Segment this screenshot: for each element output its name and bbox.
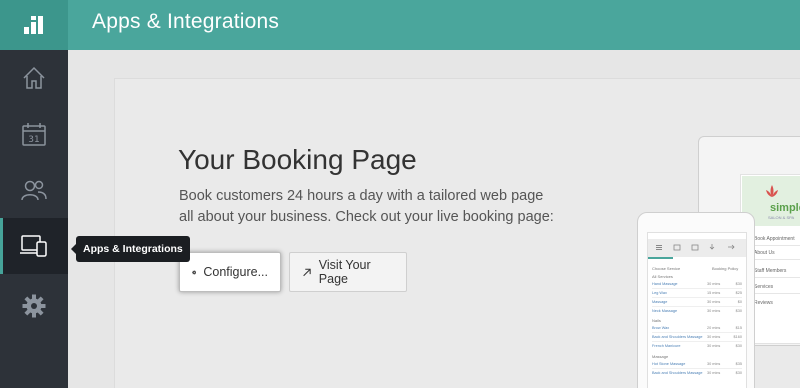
configure-button-label: Configure... <box>203 265 268 279</box>
service-name: Brow Wax <box>652 326 670 330</box>
service-price: $30 <box>735 309 742 313</box>
monitor-logo-text: simple <box>770 202 800 214</box>
tablet-service-row: Brow Wax 20 mins $15 <box>652 324 742 332</box>
configure-button[interactable]: Configure... <box>179 252 281 292</box>
monitor-link: About Us <box>754 250 775 256</box>
external-link-icon <box>303 268 311 276</box>
home-icon <box>23 66 45 89</box>
sidebar: 31 <box>0 0 68 388</box>
tablet-service-row: Leg Wax 15 mins $25 <box>652 289 742 297</box>
service-time: 30 mins <box>707 335 721 339</box>
sidebar-item-settings[interactable] <box>0 278 68 334</box>
monitor-link: Reviews <box>754 300 773 306</box>
tablet-service-row: Neck Massage 30 mins $30 <box>652 307 742 315</box>
divider <box>748 293 800 294</box>
gear-icon <box>22 294 46 318</box>
service-time: 15 mins <box>707 291 721 295</box>
page-title: Apps & Integrations <box>92 10 280 33</box>
monitor-link: Book Appointment <box>754 236 795 242</box>
calendar-icon: 31 <box>22 123 46 146</box>
sidebar-item-calendar[interactable]: 31 <box>0 106 68 162</box>
service-time: 30 mins <box>707 371 721 375</box>
service-name: Hand Massage <box>652 282 678 286</box>
tablet-group-title: Massage <box>652 354 669 359</box>
service-name: French Manicure <box>652 344 681 348</box>
service-time: 30 mins <box>707 344 721 348</box>
sidebar-item-home[interactable] <box>0 50 68 106</box>
tablet-tab-indicator <box>648 257 673 259</box>
service-time: 20 mins <box>707 326 721 330</box>
service-name: Back and Shoulders Massage <box>652 335 703 339</box>
devices-icon <box>20 235 47 257</box>
service-name: Neck Massage <box>652 309 678 313</box>
booking-page-description: Book customers 24 hours a day with a tai… <box>179 188 554 225</box>
tablet-service-row: Massage 30 mins $0 <box>652 298 742 306</box>
divider <box>748 277 800 278</box>
sidebar-item-customers[interactable] <box>0 162 68 218</box>
sidebar-item-apps-integrations[interactable] <box>0 218 68 274</box>
visit-page-button-label: Visit Your Page <box>318 258 371 286</box>
monitor-link: Staff Members <box>754 268 787 274</box>
service-price: $30 <box>735 282 742 286</box>
visit-page-button[interactable]: Visit Your Page <box>289 252 407 292</box>
service-time: 30 mins <box>707 282 721 286</box>
gear-icon <box>192 269 197 275</box>
booking-page-title: Your Booking Page <box>178 144 417 175</box>
app-logo[interactable] <box>0 0 68 50</box>
tablet-service-row: Back and Shoulders Massage 30 mins $160 <box>652 333 742 341</box>
tablet-service-row: French Manicure 30 mins $30 <box>652 342 742 350</box>
service-price: $15 <box>735 326 742 330</box>
logo-icon <box>24 16 43 34</box>
service-time: 30 mins <box>707 300 721 304</box>
tablet-header: Choose Service <box>652 266 681 271</box>
service-price: $30 <box>735 371 742 375</box>
service-price: $0 <box>737 300 742 304</box>
service-name: Leg Wax <box>652 291 667 295</box>
tablet-service-row: Back and Shoulders Massage 30 mins $30 <box>652 369 742 377</box>
divider <box>748 259 800 260</box>
service-price: $35 <box>735 362 742 366</box>
service-name: Massage <box>652 300 668 304</box>
service-time: 30 mins <box>707 362 721 366</box>
service-price: $25 <box>735 291 742 295</box>
tablet-service-row: Hand Massage 30 mins $30 <box>652 280 742 288</box>
calendar-day-label: 31 <box>28 135 39 145</box>
tablet-group-title: Nails <box>652 318 661 323</box>
service-name: Hot Stone Massage <box>652 362 686 366</box>
service-time: 30 mins <box>707 309 721 313</box>
lotus-logo-icon <box>766 185 778 197</box>
divider <box>748 245 800 246</box>
tablet-header-right: Booking Policy <box>712 266 739 271</box>
service-name: Back and Shoulders Massage <box>652 371 703 375</box>
people-icon <box>21 180 47 201</box>
page-header: Apps & Integrations <box>68 0 800 50</box>
tablet-group-title: All Services <box>652 274 673 279</box>
service-price: $160 <box>733 335 742 339</box>
monitor-logo-subtitle: SALON & SPA <box>768 215 795 220</box>
service-price: $30 <box>735 344 742 348</box>
monitor-link: Services <box>754 284 774 290</box>
tablet-toolbar-icons <box>656 244 735 251</box>
tablet-service-row: Hot Stone Massage 30 mins $35 <box>652 360 742 368</box>
sidebar-tooltip: Apps & Integrations <box>71 236 190 262</box>
